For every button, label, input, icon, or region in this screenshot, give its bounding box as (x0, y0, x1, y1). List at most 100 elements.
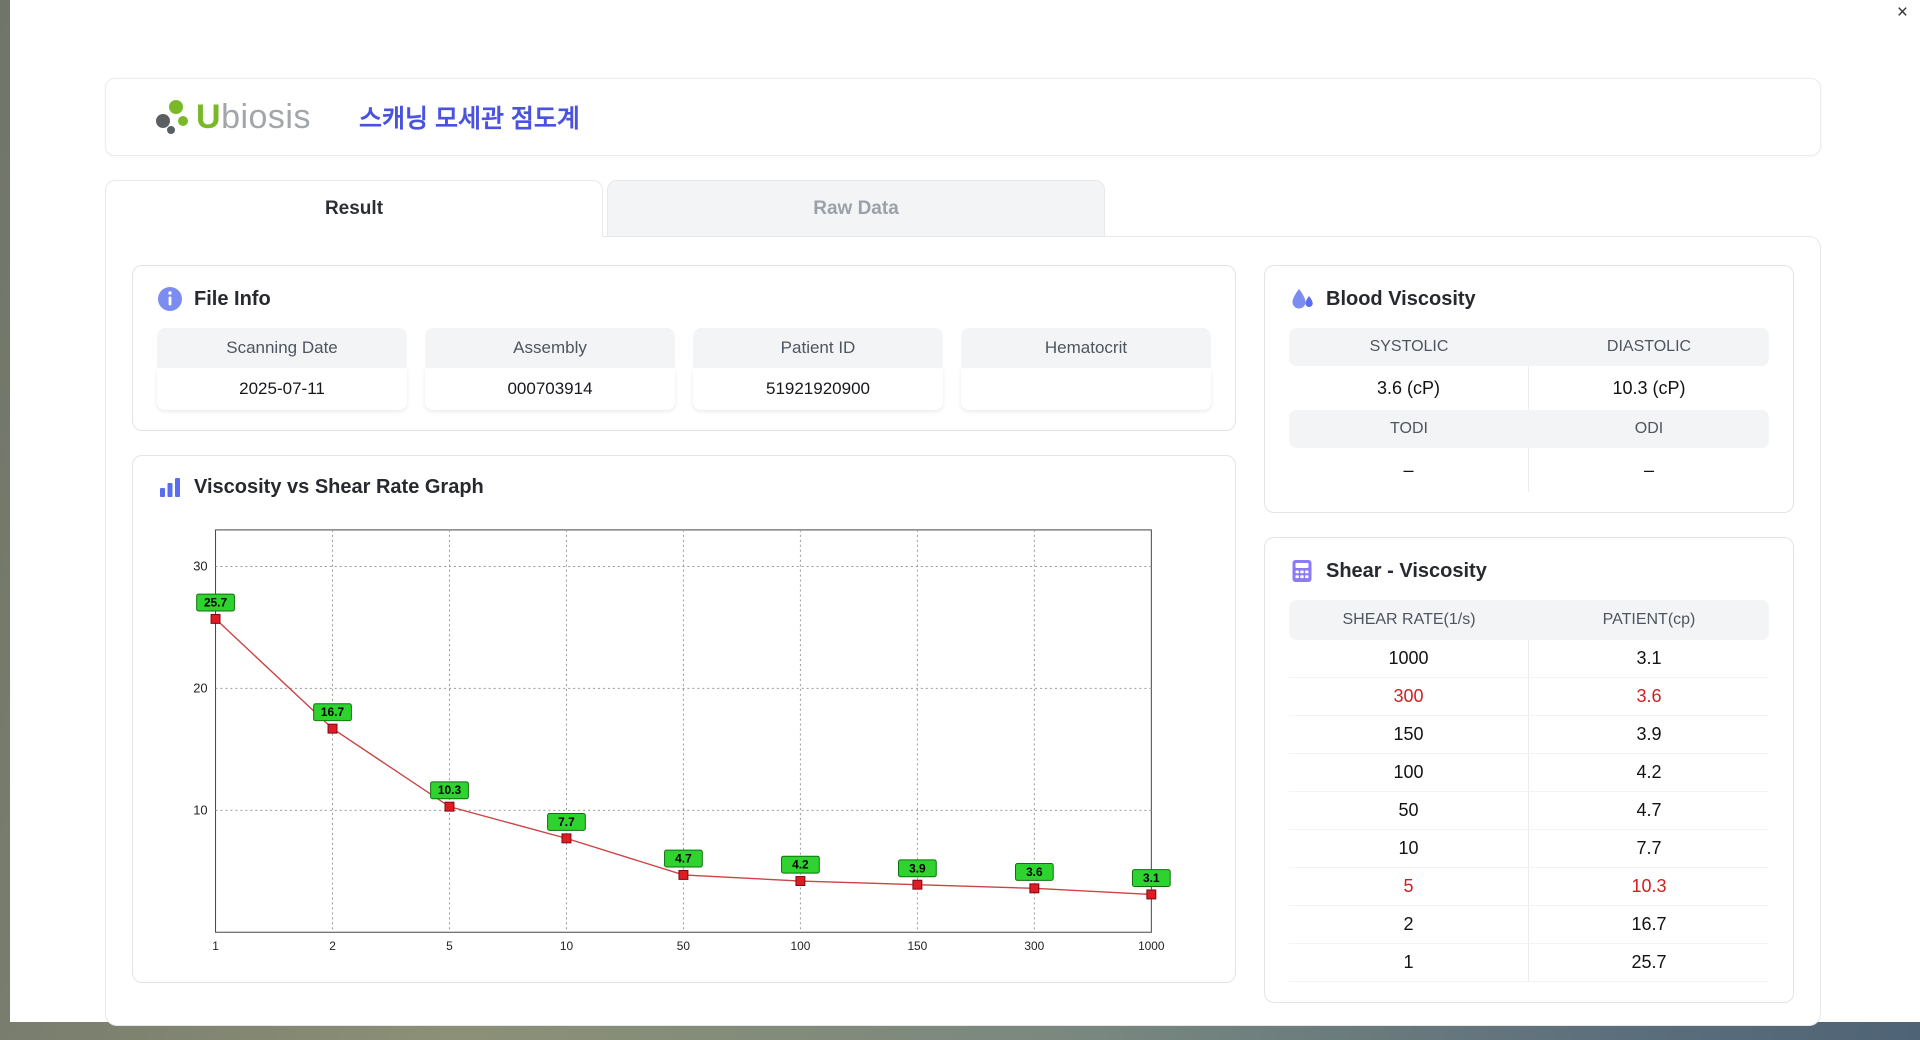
odi-label: ODI (1529, 410, 1769, 448)
svg-text:5: 5 (446, 939, 453, 953)
shear-rate-value: 1000 (1289, 640, 1529, 677)
shear-rate-value: 10 (1289, 830, 1529, 867)
logo-text: Ubiosis (196, 98, 311, 137)
field-label: Hematocrit (961, 328, 1211, 368)
shear-rate-value: 1 (1289, 944, 1529, 981)
patient-value: 3.9 (1636, 724, 1662, 744)
patient-column-header: PATIENT(cp) (1602, 611, 1696, 628)
file-info-panel: File Info Scanning Date 2025-07-11 Assem… (132, 265, 1236, 431)
shear-table-body: 1000 3.1 300 3.6 150 3.9 100 4.2 50 4.7 … (1289, 640, 1769, 982)
odi-value: – (1643, 459, 1654, 480)
todi-label: TODI (1289, 410, 1529, 448)
svg-text:3.1: 3.1 (1143, 871, 1160, 885)
viscosity-shear-chart: 10 20 30 1 2 5 10 50 100 150 300 1000 25.7 16.7 10.3 7.… (193, 529, 1171, 953)
field-patient-id: Patient ID 51921920900 (693, 328, 943, 410)
svg-text:1000: 1000 (1138, 939, 1165, 953)
field-value (961, 368, 1211, 410)
shear-rate-value: 50 (1289, 792, 1529, 829)
patient-value: 7.7 (1636, 838, 1662, 858)
shear-rate-column-header: SHEAR RATE(1/s) (1342, 611, 1476, 628)
shear-rate-value: 300 (1289, 678, 1529, 715)
left-column: File Info Scanning Date 2025-07-11 Assem… (132, 265, 1236, 1003)
table-row: 300 3.6 (1289, 678, 1769, 716)
calculator-icon (1292, 560, 1312, 582)
info-icon (158, 287, 182, 311)
file-info-fields: Scanning Date 2025-07-11 Assembly 000703… (157, 328, 1211, 410)
svg-text:30: 30 (193, 558, 207, 573)
svg-text:16.7: 16.7 (321, 705, 345, 719)
patient-value: 25.7 (1631, 952, 1667, 972)
patient-value: 10.3 (1631, 876, 1667, 896)
diastolic-label: DIASTOLIC (1529, 328, 1769, 366)
diastolic-value: 10.3 (cP) (1612, 377, 1686, 398)
tab-result[interactable]: Result (105, 180, 603, 237)
right-column: Blood Viscosity SYSTOLIC DIASTOLIC 3.6 (… (1264, 265, 1794, 1003)
table-row: 1 25.7 (1289, 944, 1769, 982)
svg-text:3.6: 3.6 (1026, 865, 1043, 879)
svg-text:1: 1 (212, 939, 219, 953)
shear-rate-value: 150 (1289, 716, 1529, 753)
viscosity-graph-panel: Viscosity vs Shear Rate Graph 10 20 30 1 2 5 1… (132, 455, 1236, 983)
field-assembly: Assembly 000703914 (425, 328, 675, 410)
patient-value: 16.7 (1631, 914, 1667, 934)
blood-viscosity-table: SYSTOLIC DIASTOLIC 3.6 (cP) 10.3 (cP) TO… (1289, 328, 1769, 492)
field-hematocrit: Hematocrit (961, 328, 1211, 410)
blood-viscosity-panel: Blood Viscosity SYSTOLIC DIASTOLIC 3.6 (… (1264, 265, 1794, 513)
shear-viscosity-heading: Shear - Viscosity (1326, 559, 1487, 582)
droplet-icon (1292, 289, 1313, 309)
logo-rest: biosis (221, 97, 311, 136)
app-window: × Ubiosis 스캐닝 모세관 점도계 Result Raw Data Fi… (10, 0, 1920, 1026)
svg-text:10.3: 10.3 (438, 783, 462, 797)
page-content: Ubiosis 스캐닝 모세관 점도계 Result Raw Data File… (105, 78, 1821, 1026)
shear-viscosity-panel: Shear - Viscosity SHEAR RATE(1/s) PATIEN… (1264, 537, 1794, 1003)
svg-text:10: 10 (560, 939, 574, 953)
svg-text:4.7: 4.7 (675, 852, 692, 866)
page-title: 스캐닝 모세관 점도계 (359, 105, 580, 133)
svg-text:2: 2 (329, 939, 336, 953)
svg-text:3.9: 3.9 (909, 861, 926, 875)
svg-text:25.7: 25.7 (204, 595, 228, 609)
svg-text:300: 300 (1024, 939, 1044, 953)
table-row: 5 10.3 (1289, 868, 1769, 906)
graph-heading-row: Viscosity vs Shear Rate Graph (157, 474, 1211, 500)
field-value: 51921920900 (693, 368, 943, 410)
svg-text:150: 150 (907, 939, 927, 953)
blood-viscosity-heading: Blood Viscosity (1326, 287, 1476, 310)
logo-leaf-icon (156, 100, 188, 134)
systolic-label: SYSTOLIC (1289, 328, 1529, 366)
svg-text:10: 10 (193, 802, 207, 817)
file-info-heading-row: File Info (157, 286, 1211, 312)
logo-u: U (196, 97, 222, 136)
bar-chart-icon (160, 478, 180, 497)
svg-text:4.2: 4.2 (792, 858, 809, 872)
shear-viscosity-heading-row: Shear - Viscosity (1289, 558, 1769, 584)
table-row: 100 4.2 (1289, 754, 1769, 792)
patient-value: 4.2 (1636, 762, 1662, 782)
svg-text:100: 100 (790, 939, 810, 953)
field-scanning-date: Scanning Date 2025-07-11 (157, 328, 407, 410)
svg-text:20: 20 (193, 680, 207, 695)
systolic-value: 3.6 (cP) (1289, 366, 1529, 410)
tab-bar: Result Raw Data (105, 180, 1821, 237)
shear-rate-value: 2 (1289, 906, 1529, 943)
close-icon[interactable]: × (1897, 3, 1908, 22)
shear-table-header: SHEAR RATE(1/s) PATIENT(cp) (1289, 600, 1769, 640)
result-panel: File Info Scanning Date 2025-07-11 Assem… (105, 236, 1821, 1026)
svg-text:7.7: 7.7 (558, 815, 575, 829)
graph-heading: Viscosity vs Shear Rate Graph (194, 475, 484, 498)
app-header: Ubiosis 스캐닝 모세관 점도계 (105, 78, 1821, 156)
svg-text:50: 50 (677, 939, 691, 953)
field-label: Assembly (425, 328, 675, 368)
table-row: 150 3.9 (1289, 716, 1769, 754)
tab-raw-data[interactable]: Raw Data (607, 180, 1105, 237)
shear-rate-value: 100 (1289, 754, 1529, 791)
ubiosis-logo: Ubiosis (152, 97, 311, 137)
field-value: 000703914 (425, 368, 675, 410)
field-label: Scanning Date (157, 328, 407, 368)
patient-value: 3.6 (1636, 686, 1662, 706)
table-row: 2 16.7 (1289, 906, 1769, 944)
table-row: 1000 3.1 (1289, 640, 1769, 678)
patient-value: 3.1 (1636, 648, 1662, 668)
file-info-heading: File Info (194, 287, 271, 310)
field-label: Patient ID (693, 328, 943, 368)
